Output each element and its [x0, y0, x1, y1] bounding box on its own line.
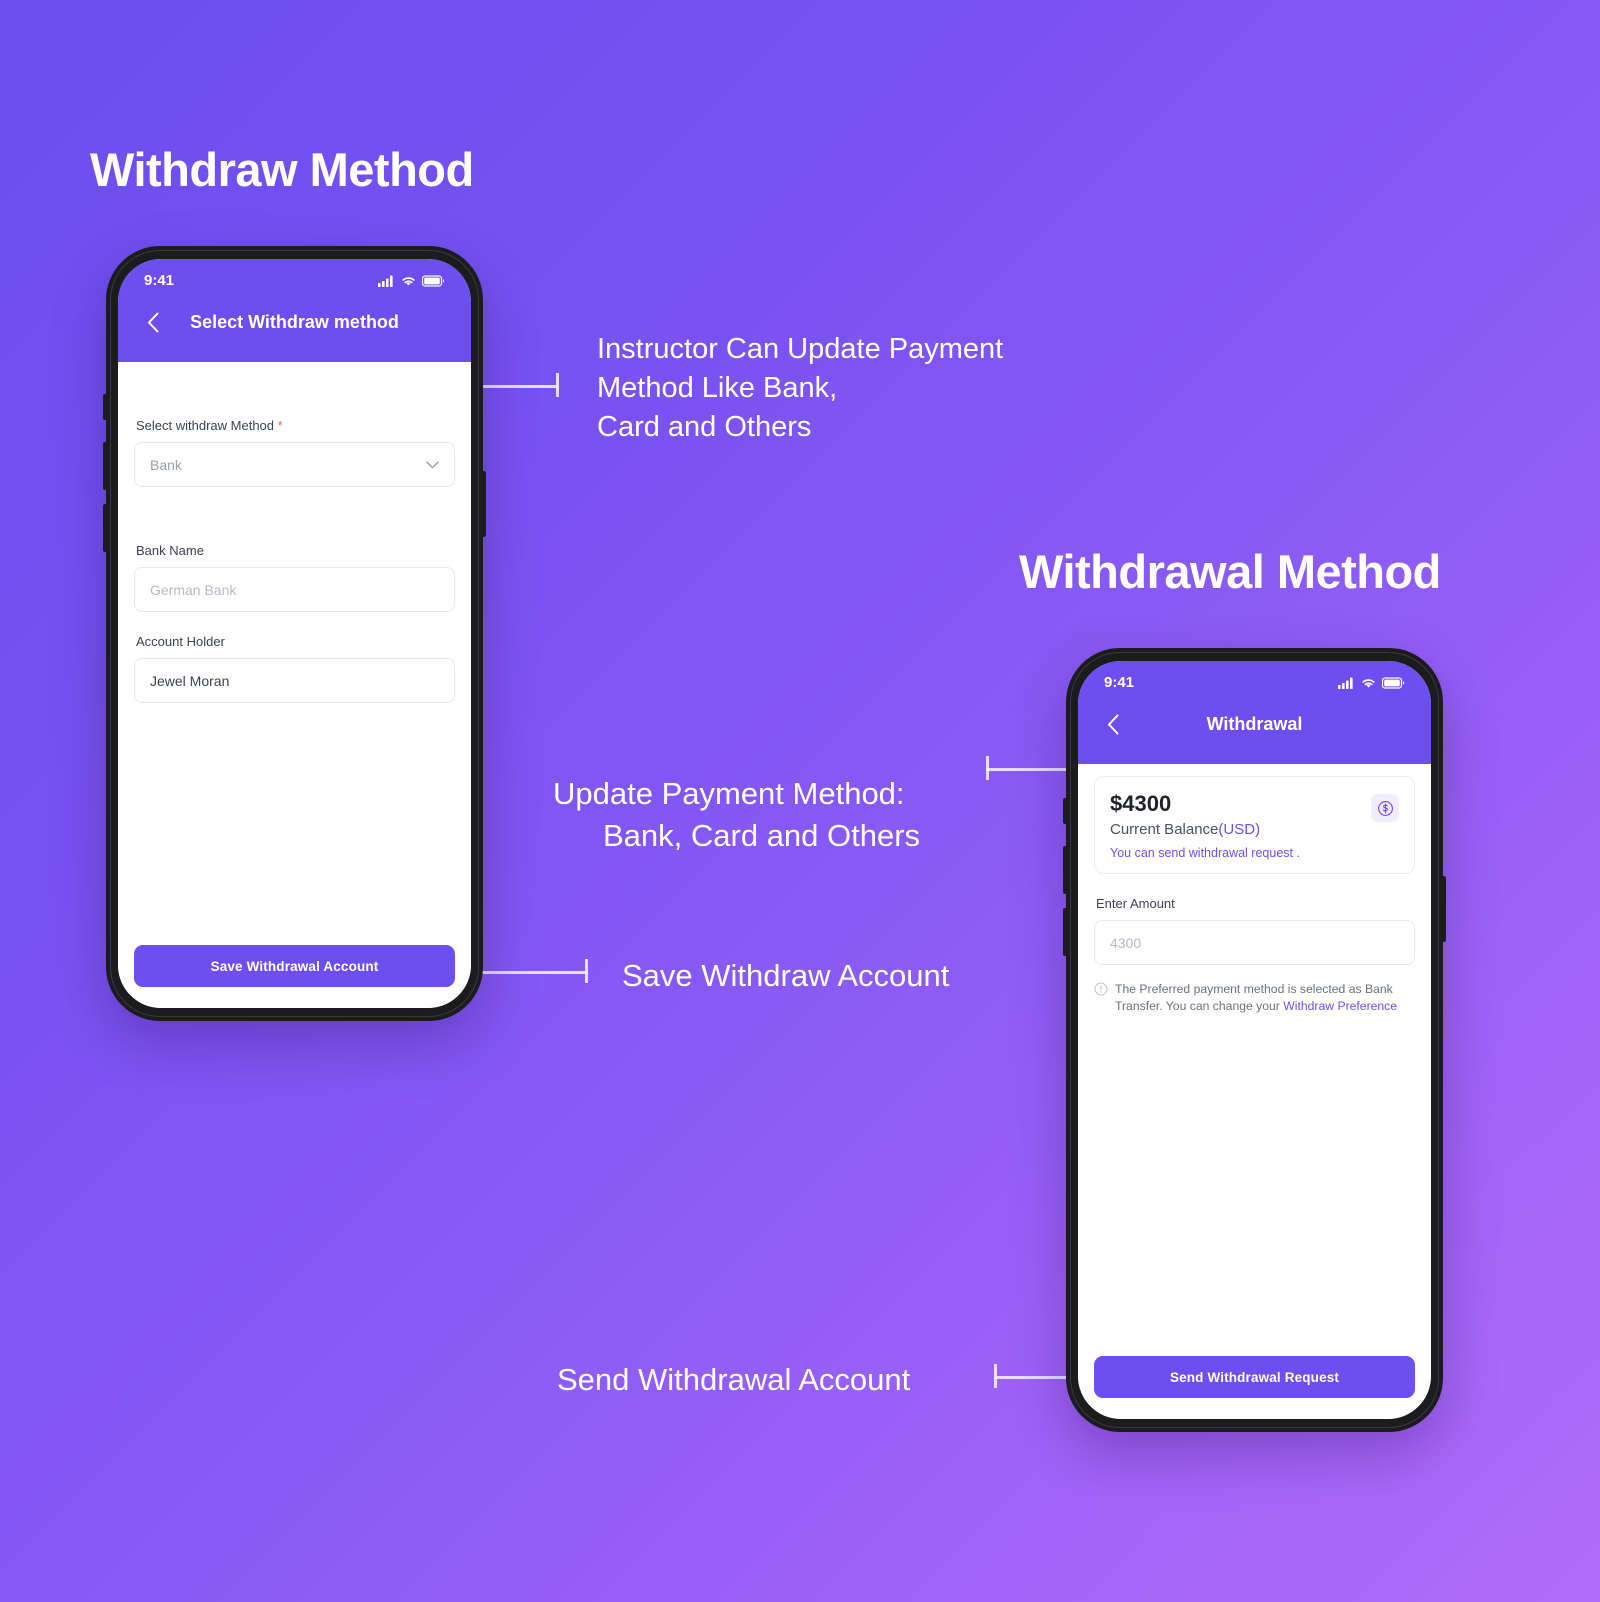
current-balance-card: $4300 Current Balance(USD) You can send …: [1094, 776, 1415, 875]
wifi-icon: [402, 276, 415, 286]
leader-line-3-cap: [585, 959, 588, 983]
presentation-canvas: Withdraw Method Withdrawal Method Instru…: [0, 0, 1600, 1602]
phone-screen-left: 9:41 Select Withdraw method Select withd…: [118, 259, 471, 1008]
battery-icon: [422, 274, 445, 287]
balance-label-currency: (USD): [1218, 821, 1261, 839]
cta-wrap-left: Save Withdrawal Account: [134, 945, 455, 1008]
chevron-left-icon: [1107, 714, 1118, 734]
withdrawal-body: $4300 Current Balance(USD) You can send …: [1078, 764, 1431, 1419]
annotation-send-withdrawal: Send Withdrawal Account: [557, 1362, 911, 1397]
balance-label-main: Current Balance: [1110, 821, 1219, 839]
info-circle-icon: [1094, 982, 1108, 1014]
bank-name-input[interactable]: German Bank: [134, 567, 455, 612]
annotation-update-payment: Update Payment Method: Bank, Card and Ot…: [553, 731, 920, 898]
balance-card-texts: $4300 Current Balance(USD) You can send …: [1110, 791, 1300, 860]
form-mid-spacer: [134, 487, 455, 543]
appbar-left: 9:41 Select Withdraw method: [118, 259, 471, 362]
label-enter-amount: Enter Amount: [1096, 896, 1175, 912]
leader-line-2-cap: [986, 756, 989, 780]
phone-volume-down-button-right: [1063, 908, 1067, 956]
balance-request-note: You can send withdrawal request .: [1110, 846, 1300, 861]
dollar-circle-icon: [1377, 800, 1393, 816]
status-bar-left: 9:41: [118, 259, 471, 291]
annotation-update-payment-line1: Update Payment Method:: [553, 775, 905, 811]
page-title-left: Withdraw Method: [90, 143, 474, 196]
phone-mute-switch-right: [1063, 798, 1067, 824]
balance-label: Current Balance(USD): [1110, 821, 1300, 838]
wifi-icon: [1362, 678, 1375, 688]
status-bar-icons: [378, 274, 445, 287]
label-select-withdraw-method-text: Select withdraw Method: [136, 418, 275, 433]
phone-volume-down-button: [103, 504, 107, 552]
status-bar-time: 9:41: [144, 272, 175, 289]
leader-line-1-cap: [556, 373, 559, 397]
balance-amount: $4300: [1110, 791, 1172, 816]
select-withdraw-method-value: Bank: [150, 456, 182, 473]
signal-icon: [378, 275, 393, 287]
status-bar-right: 9:41: [1078, 661, 1431, 693]
enter-amount-input[interactable]: 4300: [1094, 920, 1415, 966]
annotation-update-payment-line2: Bank, Card and Others: [603, 817, 921, 853]
phone-mute-switch: [103, 394, 107, 420]
appbar-spacer-left: [118, 346, 471, 362]
phone-mockup-withdrawal: 9:41 Withdrawal $4300 Current Balance(US…: [1063, 648, 1446, 1432]
body-spacer-2: [1094, 874, 1415, 896]
withdraw-preference-link[interactable]: Withdraw Preference: [1283, 999, 1397, 1013]
label-account-holder: Account Holder: [136, 634, 225, 649]
account-holder-input[interactable]: Jewel Moran: [134, 658, 455, 703]
label-select-withdraw-method: Select withdraw Method *: [136, 418, 455, 433]
signal-icon: [1338, 677, 1353, 689]
dollar-circle-badge: [1371, 794, 1399, 822]
status-bar-time-right: 9:41: [1104, 674, 1135, 691]
appbar-spacer-right: [1078, 748, 1431, 764]
annotation-instructor-update: Instructor Can Update Payment Method Lik…: [597, 333, 1004, 444]
phone-power-button: [482, 471, 486, 537]
form-select-withdraw-method: Select withdraw Method * Bank Bank Name …: [118, 362, 471, 1008]
select-withdraw-method-dropdown[interactable]: Bank: [134, 442, 455, 487]
cta-wrap-right: Send Withdrawal Request: [1094, 1356, 1415, 1419]
phone-mockup-select-withdraw-method: 9:41 Select Withdraw method Select withd…: [103, 246, 486, 1021]
page-title-right: Withdrawal Method: [1019, 545, 1441, 598]
save-withdrawal-account-button[interactable]: Save Withdrawal Account: [134, 945, 455, 987]
send-withdrawal-request-button[interactable]: Send Withdrawal Request: [1094, 1356, 1415, 1398]
leader-line-4-cap: [994, 1364, 997, 1388]
chevron-left-icon: [147, 312, 158, 332]
preferred-method-note: The Preferred payment method is selected…: [1094, 981, 1415, 1014]
appbar-title-right: Withdrawal: [1206, 713, 1303, 734]
form-top-spacer: [134, 362, 455, 418]
back-button-left[interactable]: [140, 309, 166, 335]
back-button-right[interactable]: [1100, 711, 1126, 737]
phone-volume-up-button-right: [1063, 846, 1067, 894]
appbar-row-left: Select Withdraw method: [118, 291, 471, 346]
phone-volume-up-button: [103, 442, 107, 490]
status-bar-icons-right: [1338, 676, 1405, 689]
preferred-method-note-text-wrap: The Preferred payment method is selected…: [1115, 981, 1415, 1014]
body-top-spacer: [1094, 764, 1415, 776]
annotation-save-withdraw: Save Withdraw Account: [622, 958, 950, 993]
required-marker: *: [277, 418, 283, 433]
phone-screen-right: 9:41 Withdrawal $4300 Current Balance(US…: [1078, 661, 1431, 1419]
form-spacer-2: [134, 612, 455, 634]
battery-icon: [1382, 676, 1405, 689]
appbar-title-left: Select Withdraw method: [190, 311, 399, 332]
appbar-right: 9:41 Withdrawal: [1078, 661, 1431, 764]
chevron-down-icon: [426, 460, 439, 468]
appbar-row-right: Withdrawal: [1078, 693, 1431, 748]
label-bank-name: Bank Name: [136, 543, 204, 558]
phone-power-button-right: [1442, 876, 1446, 942]
